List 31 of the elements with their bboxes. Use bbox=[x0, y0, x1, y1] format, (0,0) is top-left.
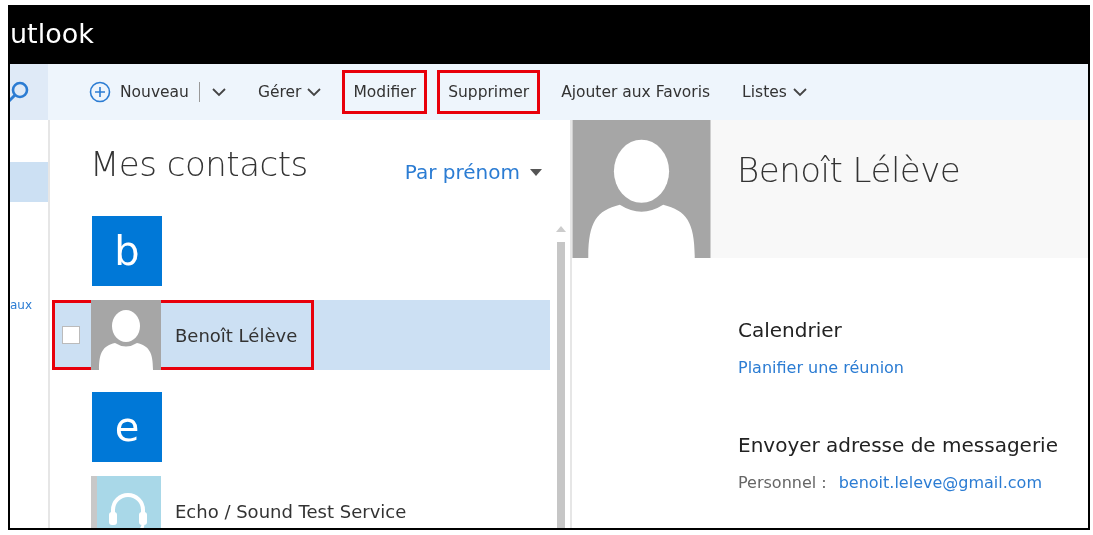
plus-icon bbox=[89, 81, 111, 103]
scroll-up-icon[interactable] bbox=[556, 226, 566, 232]
scrollbar[interactable] bbox=[557, 242, 565, 528]
sort-menu[interactable]: Par prénom bbox=[404, 160, 542, 184]
menu-button[interactable]: Gérer bbox=[246, 70, 333, 114]
toolbar-button[interactable]: Ajouter aux Favoris bbox=[550, 70, 722, 114]
section-heading: Envoyer adresse de messagerie bbox=[738, 433, 1059, 457]
schedule-link[interactable]: Planifier une réunion bbox=[738, 358, 904, 377]
toolbar-button[interactable]: Modifier bbox=[342, 70, 428, 114]
new-button[interactable]: Nouveau bbox=[78, 70, 237, 114]
letter-tile: b bbox=[92, 216, 162, 286]
contact-name: Echo / Sound Test Service bbox=[175, 500, 407, 522]
letter-tile: e bbox=[92, 392, 162, 462]
field-label: Personnel : bbox=[738, 473, 827, 492]
sidebar-item[interactable] bbox=[10, 162, 48, 202]
contact-name: Benoît Lélève bbox=[175, 324, 298, 346]
checkbox[interactable] bbox=[62, 326, 80, 344]
list-title: Mes contacts bbox=[90, 144, 308, 184]
toolbar-button[interactable]: Supprimer bbox=[437, 70, 541, 114]
caret-icon bbox=[530, 168, 542, 176]
contact-title: Benoît Lélève bbox=[737, 150, 961, 192]
headset-icon bbox=[91, 476, 161, 528]
app-title: utlook bbox=[10, 18, 94, 49]
section-heading: Calendrier bbox=[738, 318, 843, 342]
menu-button[interactable]: Listes bbox=[731, 70, 818, 114]
search-icon[interactable] bbox=[10, 80, 30, 104]
contact-row[interactable]: Echo / Sound Test Service bbox=[52, 476, 550, 528]
email-link[interactable]: benoit.leleve@gmail.com bbox=[838, 473, 1042, 492]
contact-row[interactable]: Benoît Lélève bbox=[52, 300, 550, 370]
avatar-icon bbox=[91, 300, 161, 370]
sidebar-link[interactable]: aux bbox=[10, 298, 48, 318]
